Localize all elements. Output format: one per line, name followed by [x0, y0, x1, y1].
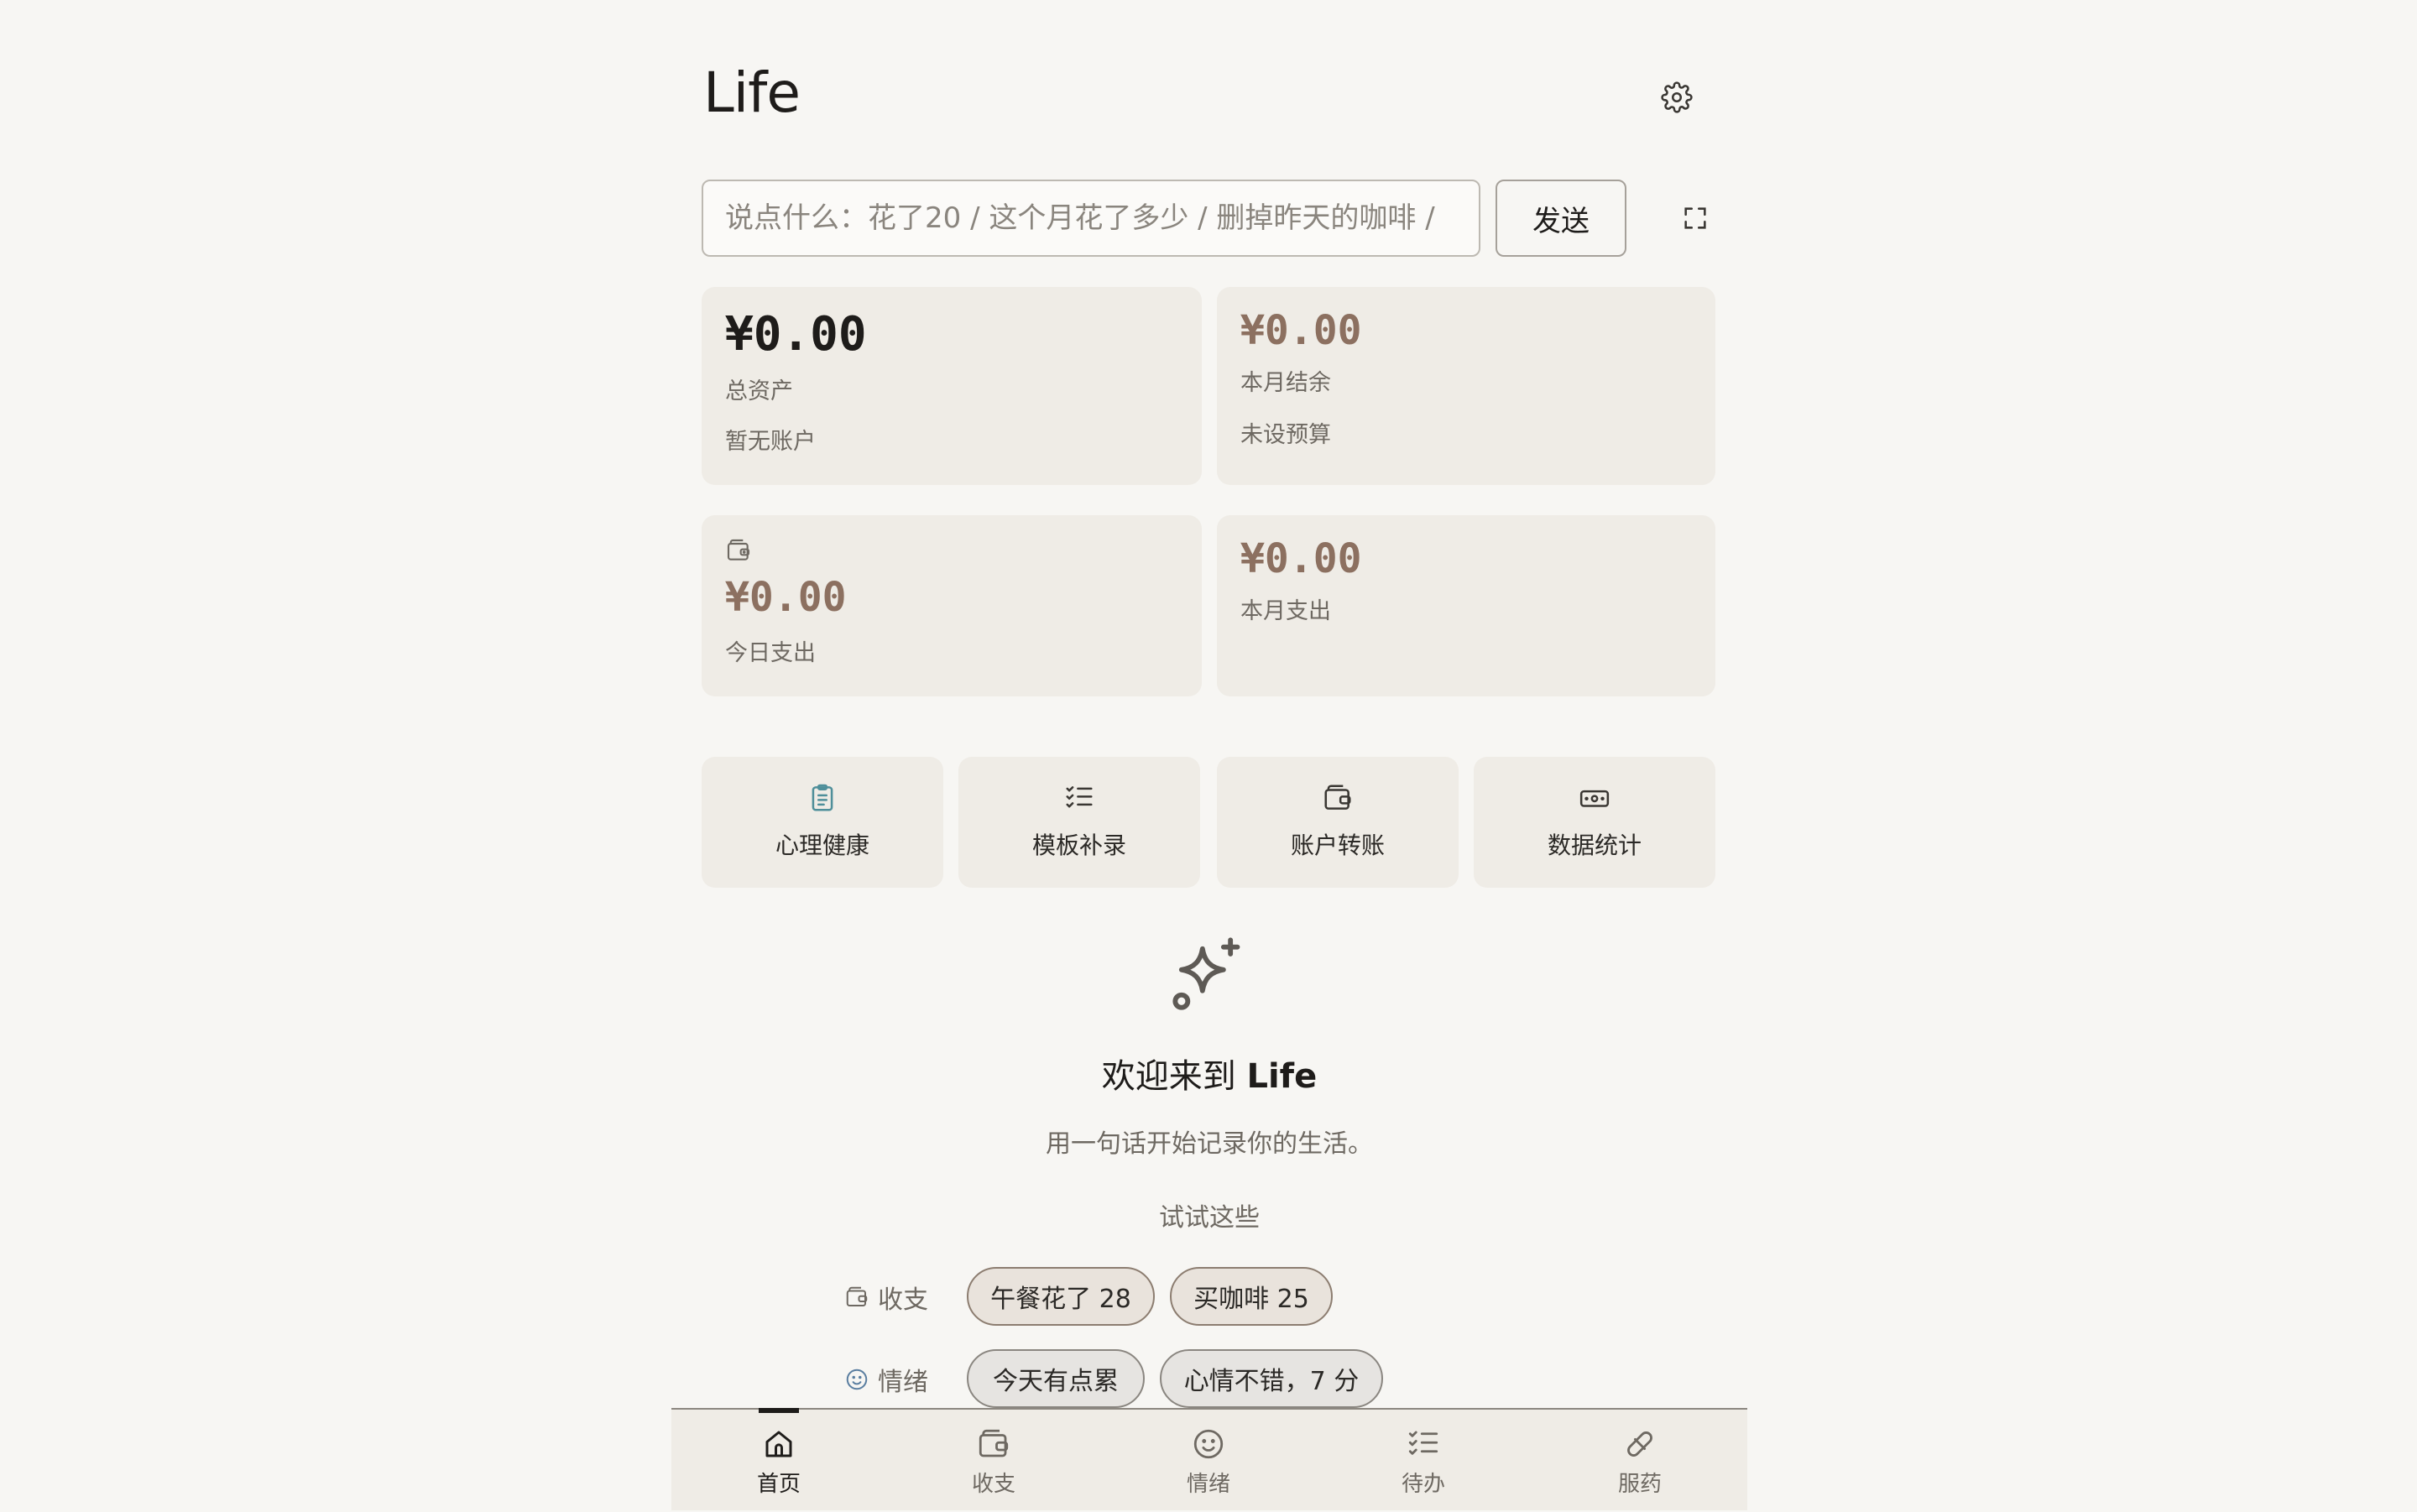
- suggestion-chip[interactable]: 午餐花了 28: [967, 1267, 1155, 1326]
- today-expense-label: 今日支出: [725, 640, 816, 666]
- chat-input[interactable]: [702, 180, 1480, 257]
- tab-todo[interactable]: 待办: [1316, 1410, 1531, 1512]
- today-expense-card[interactable]: ¥0.00 今日支出: [702, 515, 1202, 696]
- active-tab-indicator: [759, 1408, 799, 1413]
- bottom-tab-bar: 首页 收支 情绪 待办 服药: [671, 1408, 1747, 1510]
- app-title: Life: [703, 60, 801, 125]
- today-expense-amount: ¥0.00: [725, 574, 847, 621]
- suggestion-category-mood: 情绪: [844, 1361, 928, 1398]
- tab-home[interactable]: 首页: [671, 1408, 886, 1512]
- month-balance-card[interactable]: ¥0.00 本月结余 未设预算: [1217, 287, 1715, 485]
- tab-finance[interactable]: 收支: [886, 1410, 1101, 1512]
- welcome-title-prefix: 欢迎来到: [1101, 1057, 1236, 1096]
- quick-action-label: 模板补录: [1031, 832, 1126, 859]
- send-button[interactable]: 发送: [1496, 180, 1626, 257]
- settings-button[interactable]: [1660, 81, 1694, 114]
- pill-icon: [1622, 1426, 1657, 1462]
- welcome-title-brand: Life: [1246, 1057, 1318, 1096]
- tab-label: 首页: [756, 1472, 801, 1497]
- quick-action-label: 账户转账: [1290, 832, 1385, 859]
- home-icon: [761, 1426, 796, 1462]
- suggestion-chip[interactable]: 心情不错，7 分: [1160, 1349, 1383, 1408]
- total-assets-amount: ¥0.00: [725, 307, 867, 362]
- tab-label: 服药: [1617, 1472, 1662, 1497]
- gear-icon: [1661, 81, 1693, 113]
- month-balance-amount: ¥0.00: [1240, 307, 1362, 354]
- tab-label: 待办: [1401, 1472, 1445, 1497]
- suggestion-category-finance: 收支: [844, 1279, 928, 1316]
- sparkle-icon: [1164, 933, 1248, 1017]
- total-assets-label: 总资产: [725, 378, 793, 404]
- quick-action-transfer[interactable]: 账户转账: [1217, 757, 1459, 888]
- welcome-title: 欢迎来到 Life: [671, 1049, 1747, 1098]
- quick-action-label: 数据统计: [1547, 832, 1642, 859]
- smile-icon: [1191, 1426, 1226, 1462]
- wallet-icon: [1322, 782, 1354, 814]
- suggestion-category-label: 情绪: [878, 1368, 928, 1397]
- tab-label: 情绪: [1186, 1472, 1230, 1497]
- suggestion-chip[interactable]: 今天有点累: [967, 1349, 1145, 1408]
- quick-action-mental-health[interactable]: 心理健康: [702, 757, 943, 888]
- smile-icon: [844, 1367, 869, 1392]
- quick-action-template[interactable]: 模板补录: [958, 757, 1200, 888]
- month-expense-amount: ¥0.00: [1240, 535, 1362, 582]
- wallet-icon: [725, 537, 752, 564]
- wallet-icon: [844, 1285, 869, 1310]
- tab-mood[interactable]: 情绪: [1101, 1410, 1316, 1512]
- welcome-subtitle: 用一句话开始记录你的生活。: [1046, 1129, 1373, 1159]
- tab-label: 收支: [971, 1472, 1015, 1497]
- total-assets-sub: 暂无账户: [725, 429, 816, 455]
- total-assets-card[interactable]: ¥0.00 总资产 暂无账户: [702, 287, 1202, 485]
- quick-action-stats[interactable]: 数据统计: [1474, 757, 1715, 888]
- suggestion-category-label: 收支: [878, 1285, 928, 1315]
- month-expense-label: 本月支出: [1240, 598, 1331, 624]
- checklist-icon: [1063, 782, 1095, 814]
- fullscreen-button[interactable]: [1677, 200, 1714, 237]
- app-root: Life 发送 ¥0.00 总资产 暂无账户 ¥0.00 本月结余 未设预算: [671, 0, 1747, 1510]
- expand-icon: [1681, 204, 1710, 232]
- tab-medication[interactable]: 服药: [1532, 1410, 1747, 1512]
- quick-action-label: 心理健康: [775, 832, 869, 859]
- chat-input-row: 发送: [702, 180, 1717, 257]
- month-expense-card[interactable]: ¥0.00 本月支出: [1217, 515, 1715, 696]
- suggestion-chip[interactable]: 买咖啡 25: [1170, 1267, 1333, 1326]
- month-balance-sub: 未设预算: [1240, 422, 1331, 448]
- month-balance-label: 本月结余: [1240, 370, 1331, 396]
- clipboard-icon: [807, 782, 838, 814]
- money-icon: [1578, 782, 1611, 814]
- wallet-icon: [976, 1426, 1011, 1462]
- try-label: 试试这些: [1159, 1203, 1260, 1233]
- checklist-icon: [1406, 1426, 1441, 1462]
